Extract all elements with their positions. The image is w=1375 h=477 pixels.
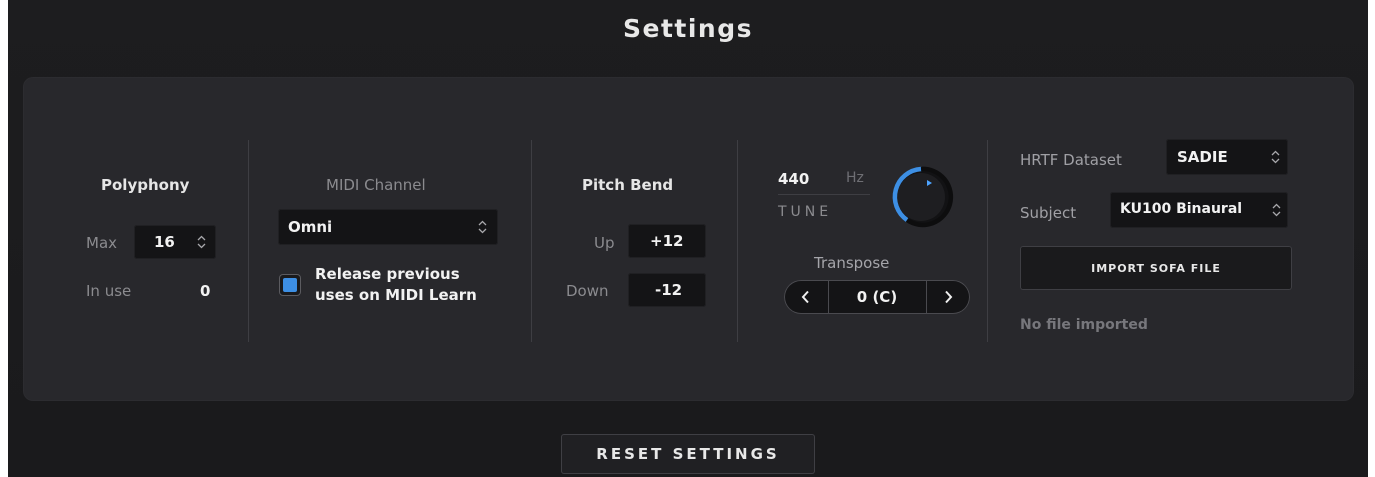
release-previous-label-line1: Release previous (315, 265, 460, 283)
transpose-label: Transpose (814, 254, 890, 272)
hrtf-dataset-label: HRTF Dataset (1020, 151, 1122, 169)
divider (987, 140, 988, 342)
chevron-updown-icon (1272, 203, 1281, 217)
release-previous-label-line2: uses on MIDI Learn (315, 286, 477, 304)
in-use-label: In use (86, 282, 132, 300)
midi-channel-select[interactable]: Omni (278, 209, 498, 245)
transpose-value: 0 (C) (856, 288, 898, 306)
tune-underline (778, 194, 870, 195)
subject-select[interactable]: KU100 Binaural (1110, 192, 1288, 228)
hrtf-dataset-select[interactable]: SADIE (1166, 139, 1288, 175)
reset-settings-button[interactable]: RESET SETTINGS (561, 434, 815, 474)
pitch-down-field[interactable]: -12 (628, 273, 706, 307)
chevron-updown-icon (1271, 150, 1280, 164)
release-previous-label: Release previous uses on MIDI Learn (315, 264, 477, 306)
pitch-up-field[interactable]: +12 (628, 224, 706, 258)
hrtf-dataset-value: SADIE (1177, 148, 1228, 166)
max-voices-value: 16 (154, 233, 175, 251)
subject-value: KU100 Binaural (1120, 201, 1243, 217)
release-previous-checkbox[interactable] (279, 274, 301, 296)
divider (248, 140, 249, 342)
divider (531, 140, 532, 342)
import-sofa-button[interactable]: IMPORT SOFA FILE (1020, 246, 1292, 290)
page-title: Settings (622, 14, 753, 43)
settings-window: Settings Polyphony Max 16 In use 0 MIDI … (8, 0, 1368, 477)
transpose-prev-button[interactable] (784, 280, 828, 314)
transpose-stepper: 0 (C) (784, 280, 970, 314)
chevron-left-icon (801, 290, 809, 304)
max-label: Max (86, 234, 118, 252)
polyphony-heading: Polyphony (101, 176, 190, 194)
max-voices-stepper[interactable]: 16 (134, 225, 216, 259)
checkbox-checked-indicator (283, 278, 297, 292)
chevron-updown-icon (197, 235, 206, 249)
tune-value[interactable]: 440 (778, 170, 809, 188)
tune-label: TUNE (778, 204, 833, 220)
pitch-down-value: -12 (655, 281, 683, 299)
subject-label: Subject (1020, 204, 1077, 222)
pitch-down-label: Down (566, 282, 609, 300)
midi-channel-heading: MIDI Channel (326, 176, 426, 194)
tune-knob-icon[interactable] (888, 164, 954, 230)
transpose-next-button[interactable] (926, 280, 970, 314)
divider (737, 140, 738, 342)
chevron-updown-icon (478, 220, 487, 234)
in-use-value: 0 (200, 282, 211, 300)
import-status-text: No file imported (1020, 317, 1148, 333)
tune-unit: Hz (846, 170, 864, 186)
pitch-bend-heading: Pitch Bend (582, 176, 674, 194)
settings-panel: Polyphony Max 16 In use 0 MIDI Channel O… (24, 78, 1353, 400)
midi-channel-value: Omni (288, 218, 333, 236)
pitch-up-label: Up (594, 234, 615, 252)
pitch-up-value: +12 (650, 232, 684, 250)
chevron-right-icon (945, 290, 953, 304)
